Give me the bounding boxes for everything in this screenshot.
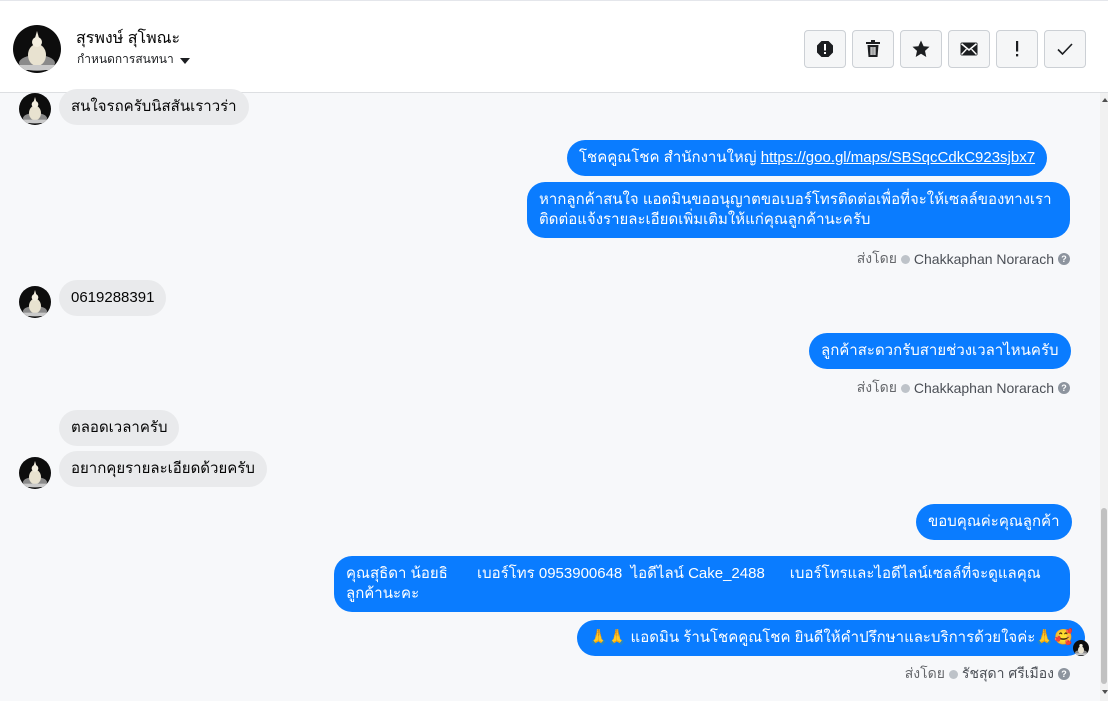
incoming-message[interactable]: อยากคุยรายละเอียดด้วยครับ — [59, 451, 267, 487]
sent-by-prefix: ส่งโดย — [904, 665, 945, 681]
scroll-up-arrow-icon[interactable] — [1102, 98, 1108, 102]
envelope-icon — [960, 42, 978, 56]
smiling-hearts-emoji: 🙏🥰 — [1035, 629, 1073, 646]
follow-up-button[interactable] — [996, 30, 1038, 68]
contact-avatar-small — [19, 457, 51, 489]
scroll-down-arrow-icon[interactable] — [1102, 690, 1108, 694]
assign-conversation-label: กำหนดการสนทนา — [77, 52, 174, 66]
assign-conversation-dropdown[interactable]: กำหนดการสนทนา — [77, 50, 190, 69]
checkmark-icon — [1057, 43, 1073, 55]
outgoing-message[interactable]: 🙏🙏 แอดมิน ร้านโชคคูณโชค ยินดีให้คำปรึกษา… — [577, 620, 1085, 656]
sender-name[interactable]: Chakkaphan Norarach — [914, 380, 1054, 396]
contact-avatar-small — [19, 286, 51, 318]
message-text-line: ติดต่อแจ้งรายละเอียดเพิ่มเติมให้แก่คุณลู… — [539, 211, 871, 228]
contact-name: สุรพงษ์ สุโพณะ — [76, 30, 181, 47]
help-icon[interactable]: ? — [1058, 668, 1070, 680]
message-text-line: หากลูกค้าสนใจ แอดมินขออนุญาตขอเบอร์โทรติ… — [539, 191, 1052, 208]
outgoing-message[interactable]: ลูกค้าสะดวกรับสายช่วงเวลาไหนครับ — [809, 333, 1071, 369]
contact-avatar[interactable] — [13, 25, 61, 73]
maps-link[interactable]: https://goo.gl/maps/SBSqcCdkC923sjbx7 — [761, 149, 1035, 166]
sender-name[interactable]: Chakkaphan Norarach — [914, 251, 1054, 267]
incoming-message[interactable]: สนใจรถครับนิสสันเราวร่า — [59, 89, 249, 125]
star-icon — [912, 40, 930, 57]
sent-by-label: ส่งโดย Chakkaphan Norarach ? — [857, 248, 1070, 270]
sent-by-label: ส่งโดย รัชสุดา ศรีเมือง ? — [905, 663, 1070, 685]
trash-icon — [866, 40, 880, 57]
outgoing-message[interactable]: คุณสุธิดา น้อยธิ เบอร์โทร 0953900648 ไอด… — [334, 556, 1070, 612]
message-text: แอดมิน ร้านโชคคูณโชค ยินดีให้คำปรึกษาและ… — [630, 629, 1036, 646]
page-badge-icon — [900, 254, 910, 264]
contact-avatar-small — [19, 93, 51, 125]
star-button[interactable] — [900, 30, 942, 68]
outgoing-message[interactable]: หากลูกค้าสนใจ แอดมินขออนุญาตขอเบอร์โทรติ… — [527, 182, 1070, 238]
exclamation-icon — [1016, 41, 1019, 57]
outgoing-message[interactable]: ขอบคุณค่ะคุณลูกค้า — [916, 504, 1072, 540]
seen-receipt-avatar — [1073, 640, 1089, 656]
outgoing-message[interactable]: โชคคูณโชค สำนักงานใหญ่ https://goo.gl/ma… — [567, 140, 1048, 176]
folded-hands-emoji: 🙏🙏 — [589, 629, 627, 646]
help-icon[interactable]: ? — [1058, 382, 1070, 394]
delete-button[interactable] — [852, 30, 894, 68]
conversation-header: สุรพงษ์ สุโพณะ กำหนดการสนทนา — [0, 0, 1108, 93]
message-text-line: คุณสุธิดา น้อยธิ เบอร์โทร 0953900648 ไอด… — [346, 565, 1041, 582]
mark-unread-button[interactable] — [948, 30, 990, 68]
scrollbar-thumb[interactable] — [1101, 508, 1107, 684]
message-text: โชคคูณโชค สำนักงานใหญ่ — [579, 149, 761, 166]
mark-done-button[interactable] — [1044, 30, 1086, 68]
conversation-actions — [804, 30, 1086, 68]
sender-name[interactable]: รัชสุดา ศรีเมือง — [962, 663, 1054, 685]
message-text-line: ลูกค้านะคะ — [346, 585, 420, 602]
incoming-message[interactable]: 0619288391 — [59, 280, 167, 316]
sent-by-prefix: ส่งโดย — [856, 250, 897, 266]
mark-spam-button[interactable] — [804, 30, 846, 68]
sent-by-prefix: ส่งโดย — [856, 379, 897, 395]
sent-by-label: ส่งโดย Chakkaphan Norarach ? — [857, 377, 1070, 399]
spam-report-icon — [817, 41, 833, 57]
page-badge-icon — [900, 383, 910, 393]
caret-down-icon — [179, 57, 190, 64]
help-icon[interactable]: ? — [1058, 253, 1070, 265]
incoming-message[interactable]: ตลอดเวลาครับ — [59, 410, 180, 446]
page-badge-icon — [948, 669, 958, 679]
